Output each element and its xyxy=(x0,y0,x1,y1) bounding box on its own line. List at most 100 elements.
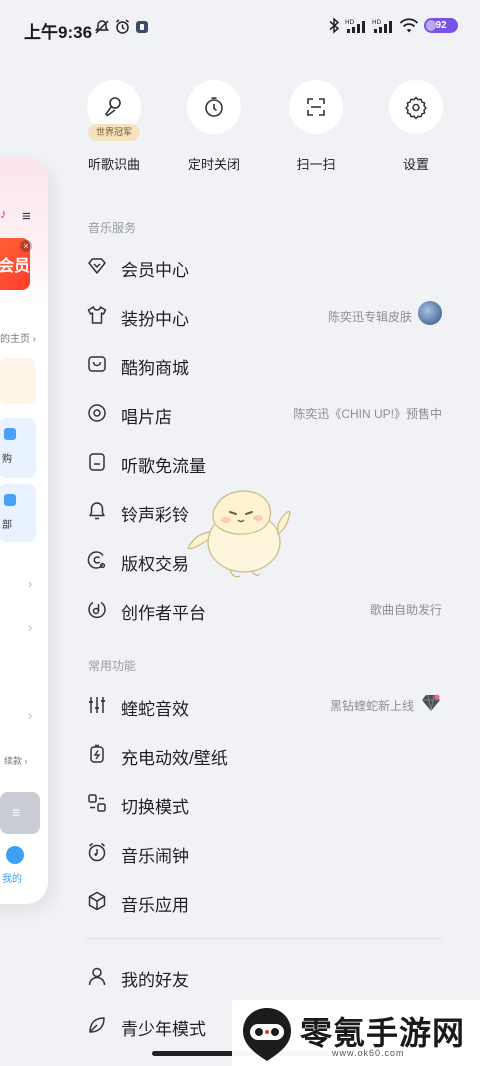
menu-item-music-apps[interactable]: 音乐应用 xyxy=(86,883,442,919)
section-title-common-functions: 常用功能 xyxy=(88,659,137,673)
menu-item-kugou-mall[interactable]: 酷狗商城 xyxy=(86,346,442,382)
status-icons-left xyxy=(94,18,149,35)
switch-mode-icon xyxy=(88,794,106,812)
site-watermark: 零氪手游网 www.ok60.com xyxy=(232,1000,480,1066)
quick-action-circle[interactable] xyxy=(187,80,241,134)
menu-item-music-alarm[interactable]: 音乐闹钟 xyxy=(86,834,442,870)
menu-item-hint: 歌曲自助发行 xyxy=(370,601,442,618)
hd-signal-icon: HD xyxy=(372,19,392,33)
black-diamond-icon xyxy=(422,694,440,712)
menu-item-label: 会员中心 xyxy=(121,261,189,280)
background-page-card[interactable]: ♪ ≡ 会员 × 的主页 › 购 部 › › › 续款 › ≡ 我的 xyxy=(0,158,48,904)
menu-item-my-friends[interactable]: 我的好友 xyxy=(86,958,442,994)
menu-item-label: 充电动效/壁纸 xyxy=(121,749,228,768)
scan-icon xyxy=(307,98,325,116)
card-block xyxy=(0,358,36,404)
leaf-icon xyxy=(89,1017,105,1033)
quick-action-label: 听歌识曲 xyxy=(87,157,140,172)
status-bar: 上午9:36 HD HD 92 xyxy=(0,0,480,56)
close-icon: × xyxy=(20,240,32,252)
quick-action-timer[interactable]: 定时关闭 xyxy=(184,80,244,173)
card-row-label: 续款 › xyxy=(4,756,28,766)
wifi-icon xyxy=(399,17,419,32)
chevron-right-icon: › xyxy=(28,708,33,723)
chevron-right-icon: › xyxy=(28,620,33,635)
bluetooth-icon xyxy=(329,17,340,34)
person-icon xyxy=(88,967,106,986)
card-label: 部 xyxy=(2,520,12,531)
menu-item-free-data[interactable]: 听歌免流量 xyxy=(86,444,442,480)
bell-icon xyxy=(89,502,105,520)
my-icon xyxy=(6,846,24,864)
mute-icon xyxy=(95,19,109,34)
menu-item-label: 酷狗商城 xyxy=(121,359,189,378)
menu-icon: ≡ xyxy=(22,208,31,225)
menu-item-record-store[interactable]: 唱片店 陈奕迅《CHIN UP!》预售中 xyxy=(86,395,442,431)
menu-item-label: 铃声彩铃 xyxy=(121,506,189,525)
promo-text: 会员 xyxy=(0,258,31,275)
menu-item-label: 我的好友 xyxy=(121,971,189,990)
home-link: 的主页 › xyxy=(0,334,37,345)
player-block: ≡ xyxy=(0,792,40,834)
menu-item-viper-sound[interactable]: 蝰蛇音效 黑钻蝰蛇新上线 xyxy=(86,687,442,723)
menu-item-label: 切换模式 xyxy=(121,798,189,817)
menu-item-label: 蝰蛇音效 xyxy=(121,700,189,719)
tshirt-icon xyxy=(87,306,107,324)
quick-action-label: 设置 xyxy=(402,157,429,172)
menu-item-creator-platform[interactable]: 创作者平台 歌曲自助发行 xyxy=(86,591,442,627)
battery-level: 92 xyxy=(435,20,447,31)
quick-action-badge: 世界冠军 xyxy=(88,124,140,141)
section-divider xyxy=(86,938,442,939)
menu-item-hint-text: 黑钻蝰蛇新上线 xyxy=(329,699,414,713)
svg-text:HD: HD xyxy=(345,19,355,26)
menu-item-hint-text: 陈奕迅专辑皮肤 xyxy=(327,309,412,324)
diamond-icon xyxy=(88,258,106,274)
svg-text:HD: HD xyxy=(372,19,382,26)
menu-item-hint-text: 陈奕迅《CHIN UP!》预售中 xyxy=(293,407,442,421)
chevron-right-icon: › xyxy=(28,576,33,591)
menu-item-label: 唱片店 xyxy=(121,408,172,427)
menu-item-charging-wallpaper[interactable]: 充电动效/壁纸 xyxy=(86,736,442,772)
menu-item-label: 音乐应用 xyxy=(121,896,189,915)
status-icons-right: HD HD 92 xyxy=(328,17,458,34)
quick-action-label: 扫一扫 xyxy=(296,157,336,172)
section-title-music-services: 音乐服务 xyxy=(88,221,137,235)
menu-item-label: 创作者平台 xyxy=(121,604,206,623)
mascot-sticker[interactable] xyxy=(186,484,294,580)
equalizer-icon xyxy=(89,697,105,713)
menu-item-dress-up-center[interactable]: 装扮中心 陈奕迅专辑皮肤 xyxy=(86,297,442,333)
screen: 上午9:36 HD HD 92 ♪ ≡ 会员 × 的主页 › 购 部 › › ›… xyxy=(0,0,480,1066)
my-tab-label: 我的 xyxy=(2,874,22,885)
quick-action-scan[interactable]: 扫一扫 xyxy=(286,80,346,173)
quick-actions: 世界冠军 听歌识曲 定时关闭 扫一扫 设置 xyxy=(84,80,454,180)
quick-action-circle[interactable] xyxy=(289,80,343,134)
quick-action-circle[interactable] xyxy=(389,80,443,134)
card-block: 部 xyxy=(0,484,36,542)
copyright-icon xyxy=(87,551,106,569)
menu-item-label: 装扮中心 xyxy=(121,310,189,329)
gamepad-logo-icon xyxy=(243,1008,291,1061)
app-notification-icon xyxy=(136,20,148,33)
card-block: 购 xyxy=(0,418,36,478)
gear-icon xyxy=(405,96,427,119)
menu-item-hint: 黑钻蝰蛇新上线 xyxy=(329,694,442,714)
quick-action-label: 定时关闭 xyxy=(187,157,240,172)
album-skin-thumbnail xyxy=(418,301,442,325)
menu-item-label: 音乐闹钟 xyxy=(121,847,189,866)
watermark-url: www.ok60.com xyxy=(332,1048,405,1058)
menu-item-hint: 陈奕迅专辑皮肤 xyxy=(327,301,442,325)
quick-action-settings[interactable]: 设置 xyxy=(386,80,446,173)
battery-icon: 92 xyxy=(424,18,458,33)
menu-item-vip-center[interactable]: 会员中心 xyxy=(86,248,442,284)
alarm-icon xyxy=(116,19,129,34)
quick-action-listen-identify[interactable]: 世界冠军 听歌识曲 xyxy=(84,80,144,173)
hd-signal-icon: HD xyxy=(345,19,365,33)
mic-listen-icon xyxy=(104,97,121,117)
menu-item-hint: 陈奕迅《CHIN UP!》预售中 xyxy=(293,405,442,422)
menu-item-switch-mode[interactable]: 切换模式 xyxy=(86,785,442,821)
menu-item-label: 版权交易 xyxy=(121,555,189,574)
status-time: 上午9:36 xyxy=(24,23,93,42)
menu-item-hint-text: 歌曲自助发行 xyxy=(369,603,442,617)
cube-icon xyxy=(88,891,106,911)
music-alarm-icon xyxy=(88,842,106,862)
